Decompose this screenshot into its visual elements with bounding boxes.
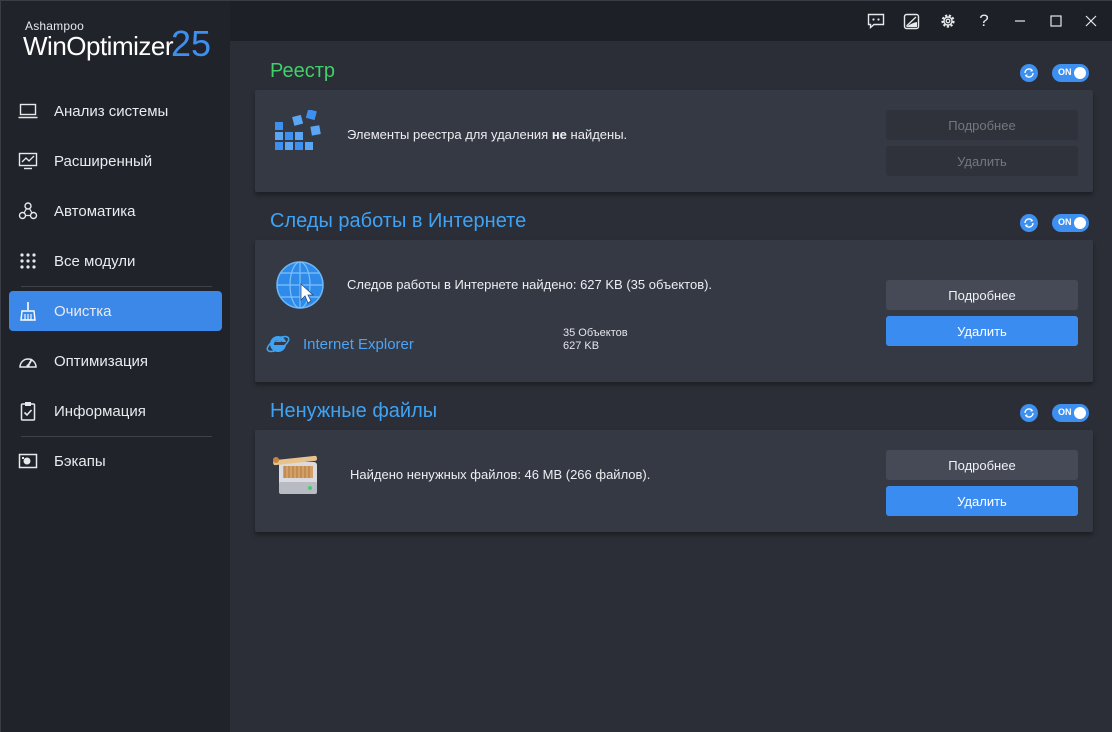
toggle-label: ON xyxy=(1058,67,1072,77)
junk-controls: ON xyxy=(1020,404,1089,422)
junk-status-text: Найдено ненужных файлов: 46 MB (266 файл… xyxy=(350,467,651,482)
app-window: Ashampoo WinOptimizer 25 Анализ системы … xyxy=(0,0,1112,732)
close-icon[interactable] xyxy=(1079,9,1103,33)
clipboard-check-icon xyxy=(17,400,39,422)
junk-delete-button[interactable]: Удалить xyxy=(886,486,1078,516)
internet-card: Следов работы в Интернете найдено: 627 K… xyxy=(255,240,1093,382)
toggle-knob xyxy=(1074,67,1086,79)
registry-card: Элементы реестра для удаления не найдены… xyxy=(255,90,1093,192)
settings-icon[interactable] xyxy=(936,9,960,33)
browser-meta: 35 Объектов 627 KB xyxy=(563,327,628,353)
internet-status-text: Следов работы в Интернете найдено: 627 K… xyxy=(347,277,713,292)
main-panel: Реестр ON Элементы реестра для удаления … xyxy=(230,41,1112,732)
browser-size: 627 KB xyxy=(563,340,600,352)
internet-details-button[interactable]: Подробнее xyxy=(886,280,1078,310)
junk-section-title: Ненужные файлы xyxy=(270,400,438,422)
registry-controls: ON xyxy=(1020,64,1089,82)
sidebar-item-optimization[interactable]: Оптимизация xyxy=(9,341,222,381)
internet-toggle[interactable]: ON xyxy=(1052,214,1089,232)
sidebar-item-advanced[interactable]: Расширенный xyxy=(9,141,222,181)
internet-section-title: Следы работы в Интернете xyxy=(270,210,527,232)
sidebar-item-backups[interactable]: Бэкапы xyxy=(9,441,222,481)
help-icon[interactable]: ? xyxy=(972,9,996,33)
globe-icon xyxy=(275,260,325,315)
sidebar-item-information[interactable]: Информация xyxy=(9,391,222,431)
junk-details-button[interactable]: Подробнее xyxy=(886,450,1078,480)
junk-card: Найдено ненужных файлов: 46 MB (266 файл… xyxy=(255,430,1093,532)
sidebar-item-label: Все модули xyxy=(54,252,136,270)
toggle-label: ON xyxy=(1058,407,1072,417)
maximize-icon[interactable] xyxy=(1044,9,1068,33)
internet-delete-button[interactable]: Удалить xyxy=(886,316,1078,346)
registry-status-text: Элементы реестра для удаления не найдены… xyxy=(347,127,627,142)
registry-icon xyxy=(275,109,325,163)
registry-status-part: найдены. xyxy=(566,127,628,142)
sidebar-item-cleaning[interactable]: Очистка xyxy=(9,291,222,331)
registry-status-part: Элементы реестра для удаления xyxy=(347,127,552,142)
sidebar-divider xyxy=(21,286,212,287)
minimize-icon[interactable] xyxy=(1008,9,1032,33)
hard-drive-broom-icon xyxy=(273,452,323,501)
registry-details-button[interactable]: Подробнее xyxy=(886,110,1078,140)
brand-version: 25 xyxy=(171,23,212,64)
sidebar-item-system-analysis[interactable]: Анализ системы xyxy=(9,91,222,131)
help-glyph: ? xyxy=(979,11,989,30)
sidebar-item-automation[interactable]: Автоматика xyxy=(9,191,222,231)
chart-monitor-icon xyxy=(17,150,39,172)
broom-icon xyxy=(17,300,39,322)
sidebar-nav: Анализ системы Расширенный Автоматика Вс… xyxy=(1,91,230,491)
sidebar-item-label: Информация xyxy=(54,402,146,420)
browser-objects: 35 Объектов xyxy=(563,327,628,339)
refresh-icon[interactable] xyxy=(1020,214,1038,232)
refresh-icon[interactable] xyxy=(1020,64,1038,82)
laptop-icon xyxy=(17,100,39,122)
internet-controls: ON xyxy=(1020,214,1089,232)
sidebar-item-label: Очистка xyxy=(54,302,112,320)
brand-name: WinOptimizer xyxy=(23,31,174,61)
sidebar-item-label: Расширенный xyxy=(54,152,153,170)
title-bar: ? xyxy=(230,1,1112,41)
grid-dots-icon xyxy=(17,250,39,272)
toggle-knob xyxy=(1074,407,1086,419)
automation-icon xyxy=(17,200,39,222)
registry-delete-button[interactable]: Удалить xyxy=(886,146,1078,176)
registry-section-title: Реестр xyxy=(270,60,335,82)
refresh-icon[interactable] xyxy=(1020,404,1038,422)
sidebar-item-label: Бэкапы xyxy=(54,452,106,470)
toggle-knob xyxy=(1074,217,1086,229)
toggle-label: ON xyxy=(1058,217,1072,227)
sidebar-item-all-modules[interactable]: Все модули xyxy=(9,241,222,281)
internet-explorer-icon xyxy=(265,330,291,361)
feedback-icon[interactable] xyxy=(864,9,888,33)
sidebar: Ashampoo WinOptimizer 25 Анализ системы … xyxy=(1,1,230,732)
junk-toggle[interactable]: ON xyxy=(1052,404,1089,422)
registry-toggle[interactable]: ON xyxy=(1052,64,1089,82)
sidebar-item-label: Автоматика xyxy=(54,202,136,220)
registry-status-bold: не xyxy=(551,127,567,142)
skin-icon[interactable] xyxy=(899,9,923,33)
sidebar-item-label: Оптимизация xyxy=(54,352,149,370)
sidebar-item-label: Анализ системы xyxy=(54,102,169,120)
sidebar-divider xyxy=(21,436,212,437)
backup-drive-icon xyxy=(17,450,39,472)
browser-name[interactable]: Internet Explorer xyxy=(303,336,414,353)
speedometer-icon xyxy=(17,350,39,372)
